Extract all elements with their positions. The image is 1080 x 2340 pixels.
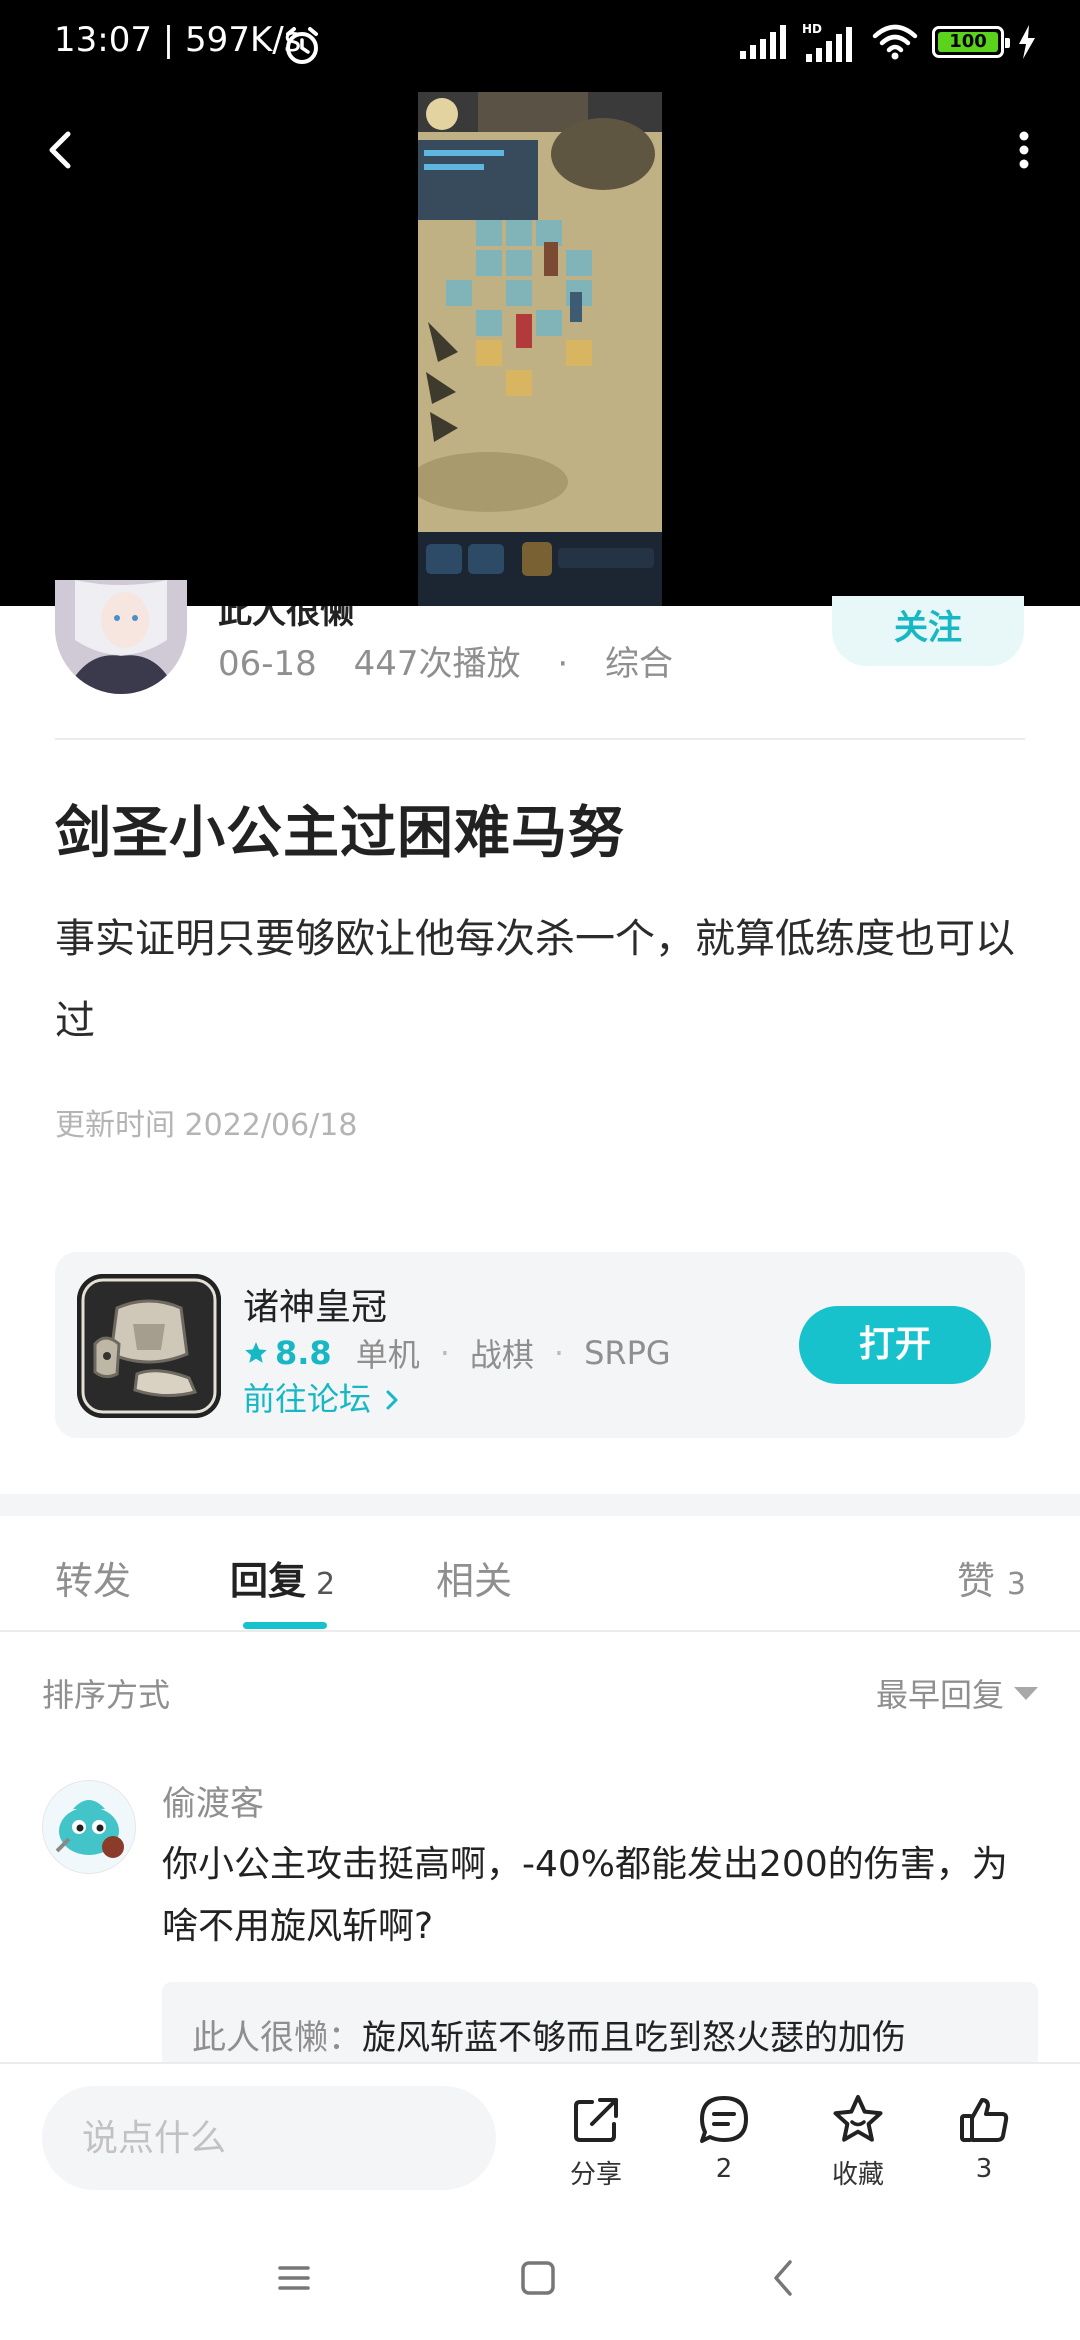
status-icons: HD 100 [738, 22, 1036, 62]
sort-label: 排序方式 [42, 1676, 171, 1714]
game-meta: 8.8 单机 · 战棋 · SRPG [243, 1330, 691, 1376]
square-icon [521, 2261, 555, 2295]
signal-icon [740, 25, 786, 59]
like-button[interactable]: 3 [934, 2092, 1034, 2184]
tab-forward[interactable]: 转发 [55, 1550, 131, 1605]
game-tag: 战棋 [469, 1336, 534, 1374]
status-bar: 13:07 | 597K/s HD 100 [0, 0, 1080, 88]
tab-likes[interactable]: 赞3 [957, 1550, 1026, 1605]
share-button[interactable]: 分享 [546, 2092, 646, 2191]
reply-text: 旋风斩蓝不够而且吃到怒火瑟的加伤 [362, 2018, 906, 2058]
caret-down-icon [1014, 1686, 1038, 1700]
game-icon[interactable] [77, 1274, 221, 1418]
section-separator [0, 1494, 1080, 1516]
comments-count: 2 [715, 2154, 733, 2184]
post-updated-time: 更新时间 2022/06/18 [55, 1108, 358, 1143]
battery-level: 100 [938, 32, 998, 52]
reply-author-name[interactable]: 此人很懒 [192, 2018, 328, 2058]
play-count: 447次播放 [353, 644, 521, 684]
video-frame-gameplay [418, 92, 662, 606]
commenter-name[interactable]: 偷渡客 [162, 1776, 264, 1825]
chevron-left-icon [49, 131, 71, 169]
forum-link[interactable]: 前往论坛 [243, 1374, 403, 1420]
share-label: 分享 [569, 2160, 622, 2190]
post-meta: 06-18 447次播放 · 综合 [218, 636, 699, 685]
favorite-button[interactable]: 收藏 [808, 2092, 908, 2191]
charging-icon [1019, 25, 1035, 59]
more-vertical-icon [1019, 131, 1029, 169]
tab-reply-label: 回复 [230, 1559, 307, 1603]
like-count: 3 [975, 2154, 993, 2184]
system-back-button[interactable] [754, 2248, 814, 2308]
favorite-label: 收藏 [831, 2160, 884, 2190]
home-button[interactable] [508, 2248, 568, 2308]
post-body: 事实证明只要够欧让他每次杀一个，就算低练度也可以过 [55, 916, 1015, 1044]
wifi-icon [872, 24, 918, 60]
avatar-image [43, 1781, 135, 1873]
sort-dropdown[interactable]: 最早回复 [876, 1670, 1038, 1716]
divider [55, 738, 1025, 740]
post-date: 06-18 [218, 644, 317, 684]
author-avatar[interactable] [55, 580, 187, 694]
tab-likes-count: 3 [1006, 1567, 1026, 1602]
thumbs-up-icon [960, 2098, 1009, 2142]
more-options-button[interactable] [992, 118, 1056, 182]
sort-selected: 最早回复 [875, 1676, 1004, 1714]
follow-button[interactable]: 关注 [832, 596, 1024, 666]
tag-separator: · [553, 1334, 565, 1372]
tag-separator: · [439, 1334, 450, 1372]
system-navigation-bar [0, 2212, 1080, 2340]
tab-related-label: 相关 [436, 1559, 513, 1603]
reply-colon: ： [328, 2018, 362, 2058]
bottom-action-bar: 分享 2 收藏 3 [0, 2062, 1080, 2212]
avatar-image [55, 580, 187, 694]
gameplay-scene-image [418, 92, 662, 606]
alarm-icon [286, 27, 318, 64]
game-tag: SRPG [584, 1334, 671, 1372]
back-arrow-icon [774, 2260, 792, 2296]
chevron-right-icon [386, 1390, 398, 1410]
game-name: 诸神皇冠 [243, 1287, 388, 1328]
game-card[interactable]: 诸神皇冠 8.8 单机 · 战棋 · SRPG 前往论坛 打开 [55, 1252, 1025, 1438]
post-category: 综合 [604, 644, 673, 684]
signal-hd-icon: HD [802, 22, 852, 62]
divider [0, 1630, 1080, 1632]
star-icon [245, 1342, 267, 1363]
share-icon [574, 2098, 618, 2142]
comment-text: 你小公主攻击挺高啊，-40%都能发出200的伤害，为啥不用旋风斩啊? [162, 1844, 1008, 1947]
comment-input[interactable] [42, 2086, 496, 2190]
tab-reply-count: 2 [316, 1567, 336, 1602]
game-rating: 8.8 [243, 1334, 332, 1372]
status-time: 13:07 | 597K/s [54, 20, 302, 60]
tab-related[interactable]: 相关 [436, 1550, 512, 1605]
video-player[interactable]: 13:07 | 597K/s HD 100 [0, 0, 1080, 606]
comment-reply-preview[interactable]: 此人很懒：旋风斩蓝不够而且吃到怒火瑟的加伤 [162, 1982, 1038, 2062]
menu-icon [278, 2266, 310, 2290]
tab-reply[interactable]: 回复 2 [230, 1550, 335, 1605]
open-game-button[interactable]: 打开 [799, 1306, 991, 1384]
game-rating-value: 8.8 [275, 1334, 332, 1372]
comments-button[interactable]: 2 [674, 2092, 774, 2184]
recent-apps-button[interactable] [264, 2248, 324, 2308]
post-title: 剑圣小公主过困难马努 [55, 801, 625, 866]
star-outline-icon [833, 2095, 883, 2142]
active-tab-indicator [243, 1622, 327, 1629]
battery-icon: 100 [932, 26, 1010, 58]
tab-likes-label: 赞 [956, 1559, 995, 1603]
meta-separator: · [557, 644, 569, 684]
armor-icon [77, 1274, 221, 1418]
back-button[interactable] [30, 118, 94, 182]
commenter-avatar[interactable] [42, 1780, 136, 1874]
forum-link-label: 前往论坛 [243, 1380, 372, 1418]
comment-icon [700, 2096, 748, 2143]
svg-text:HD: HD [802, 22, 822, 36]
game-tag: 单机 [355, 1336, 420, 1374]
tab-forward-label: 转发 [55, 1559, 132, 1603]
